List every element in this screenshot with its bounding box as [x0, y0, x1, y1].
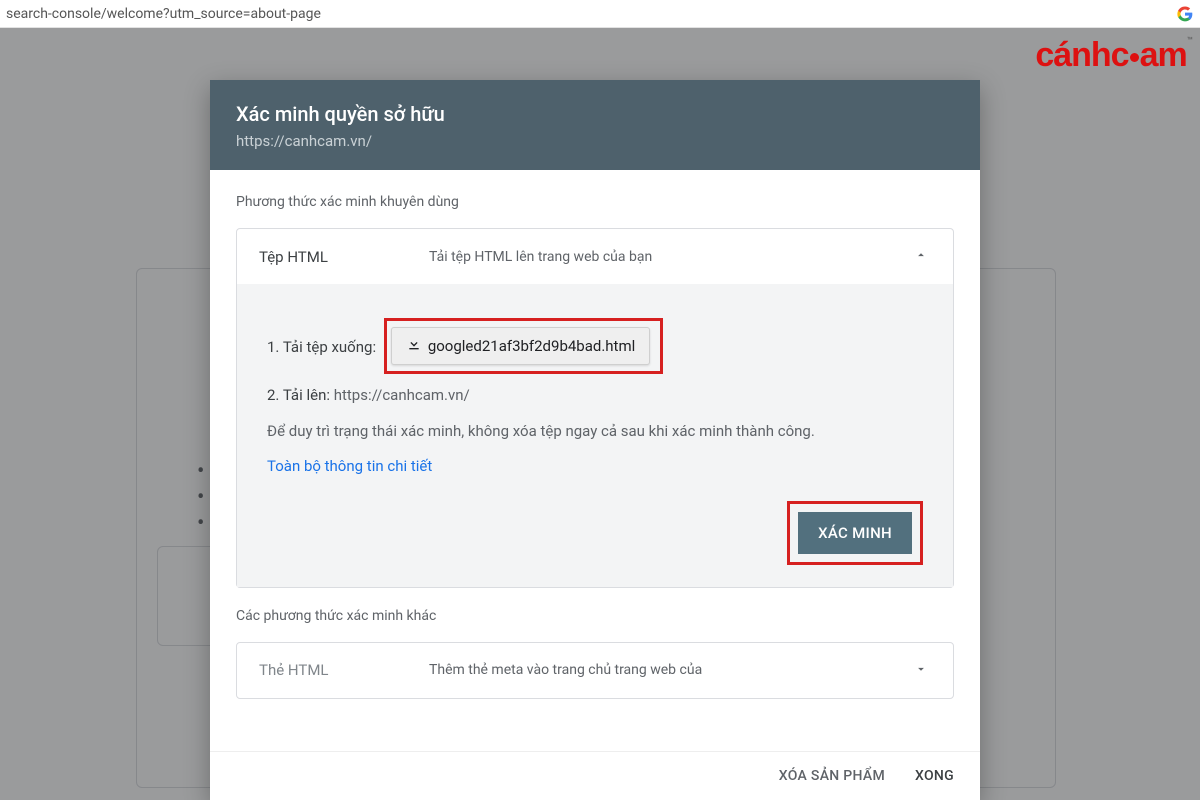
other-methods-label: Các phương thức xác minh khác — [236, 608, 954, 624]
html-file-panel: Tệp HTML Tải tệp HTML lên trang web của … — [236, 228, 954, 588]
done-button[interactable]: XONG — [915, 768, 954, 784]
download-file-button[interactable]: googled21af3bf2d9b4bad.html — [391, 327, 650, 365]
html-file-panel-header[interactable]: Tệp HTML Tải tệp HTML lên trang web của … — [237, 229, 953, 284]
dialog-body[interactable]: Phương thức xác minh khuyên dùng Tệp HTM… — [210, 170, 980, 751]
dialog-header: Xác minh quyền sở hữu https://canhcam.vn… — [210, 80, 980, 170]
panel-description: Thêm thẻ meta vào trang chủ trang web củ… — [429, 662, 911, 678]
panel-name: Thẻ HTML — [259, 661, 429, 679]
chevron-down-icon — [911, 661, 931, 680]
download-icon — [406, 336, 422, 356]
dialog-footer: XÓA SẢN PHẨM XONG — [210, 751, 980, 800]
step-2-url: https://canhcam.vn/ — [334, 386, 470, 404]
step-1-label: 1. Tải tệp xuống: — [267, 338, 376, 356]
html-tag-panel: Thẻ HTML Thêm thẻ meta vào trang chủ tra… — [236, 642, 954, 699]
watermark-logo: cánhcam™ — [1035, 36, 1192, 75]
download-highlight-box: googled21af3bf2d9b4bad.html — [384, 318, 663, 374]
recommended-methods-label: Phương thức xác minh khuyên dùng — [236, 194, 954, 210]
chevron-up-icon — [911, 247, 931, 266]
panel-name: Tệp HTML — [259, 248, 429, 266]
verification-note: Để duy trì trạng thái xác minh, không xó… — [267, 420, 923, 443]
panel-description: Tải tệp HTML lên trang web của bạn — [429, 249, 911, 265]
url-text: search-console/welcome?utm_source=about-… — [6, 0, 321, 28]
step-2: 2. Tải lên: https://canhcam.vn/ — [267, 386, 923, 404]
verify-highlight-box: XÁC MINH — [787, 501, 923, 565]
dialog-title: Xác minh quyền sở hữu — [236, 102, 954, 126]
verify-button[interactable]: XÁC MINH — [798, 512, 912, 554]
verify-ownership-dialog: Xác minh quyền sở hữu https://canhcam.vn… — [210, 80, 980, 800]
full-details-link[interactable]: Toàn bộ thông tin chi tiết — [267, 457, 923, 475]
dialog-subtitle: https://canhcam.vn/ — [236, 132, 954, 150]
download-file-name: googled21af3bf2d9b4bad.html — [428, 337, 635, 355]
google-favicon — [1176, 5, 1194, 23]
remove-product-button[interactable]: XÓA SẢN PHẨM — [779, 768, 885, 784]
browser-address-bar[interactable]: search-console/welcome?utm_source=about-… — [0, 0, 1200, 28]
step-1: 1. Tải tệp xuống: googled21af3bf2d9b4bad… — [267, 318, 923, 374]
step-2-label: 2. Tải lên: — [267, 386, 330, 404]
html-tag-panel-header[interactable]: Thẻ HTML Thêm thẻ meta vào trang chủ tra… — [237, 643, 953, 698]
html-file-panel-content: 1. Tải tệp xuống: googled21af3bf2d9b4bad… — [237, 284, 953, 587]
